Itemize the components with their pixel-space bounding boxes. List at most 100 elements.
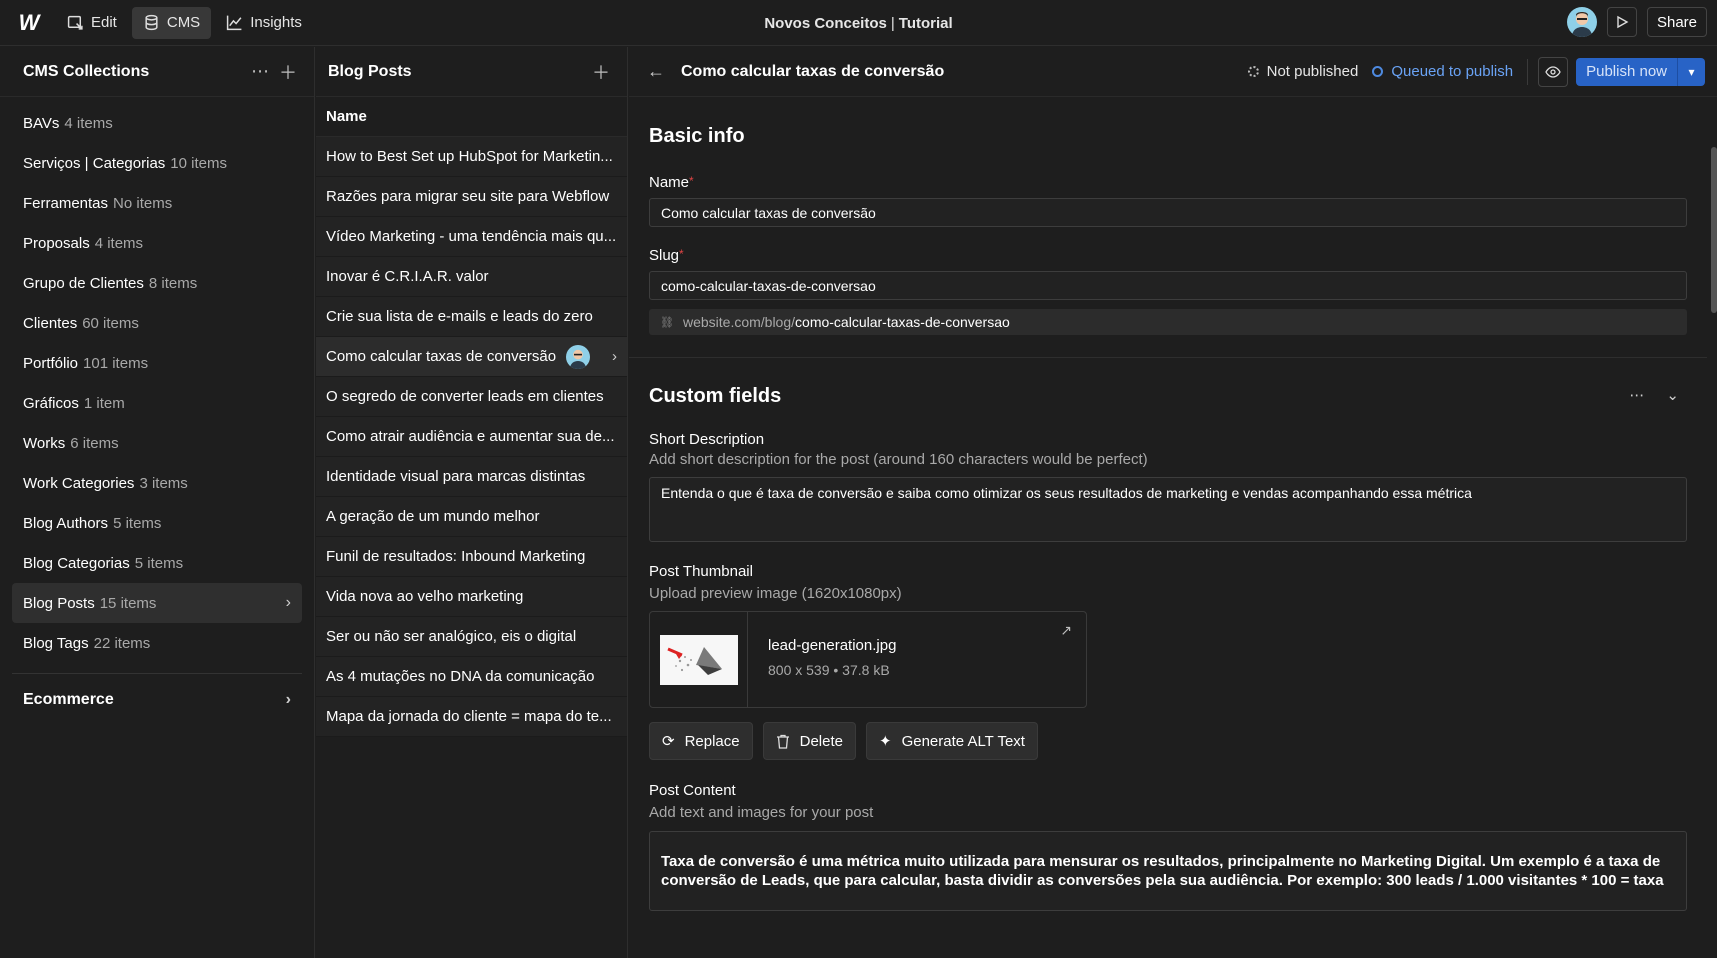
post-row[interactable]: As 4 mutações no DNA da comunicação (316, 657, 627, 697)
user-avatar[interactable] (1566, 7, 1597, 37)
collection-count: 8 items (148, 274, 198, 292)
status-queued[interactable]: Queued to publish (1372, 63, 1513, 80)
post-row[interactable]: Como calcular taxas de conversão › (316, 337, 627, 377)
collection-item[interactable]: Works 6 items (12, 423, 302, 463)
collection-item[interactable]: Proposals 4 items (12, 223, 302, 263)
name-field[interactable]: Como calcular taxas de conversão (649, 198, 1687, 227)
refresh-icon: ⟳ (662, 733, 675, 750)
post-row[interactable]: O segredo de converter leads em clientes (316, 377, 627, 417)
delete-button[interactable]: Delete (762, 722, 856, 760)
post-row[interactable]: Razões para migrar seu site para Webflow (316, 177, 627, 217)
dotted-circle-icon (1247, 66, 1259, 77)
divider (1527, 58, 1529, 85)
collection-item[interactable]: BAVs 4 items (12, 103, 302, 143)
slug-label: Slug* (649, 247, 684, 264)
publish-control: Publish now ▾ (1576, 57, 1705, 86)
publish-now-button[interactable]: Publish now (1576, 57, 1677, 86)
collection-name: Blog Authors (23, 514, 109, 532)
collection-item[interactable]: Blog Categorias 5 items (12, 543, 302, 583)
post-row[interactable]: Inovar é C.R.I.A.R. valor (316, 257, 627, 297)
collection-item[interactable]: Portfólio 101 items (12, 343, 302, 383)
post-name: Vídeo Marketing - uma tendência mais qu.… (326, 228, 617, 245)
chevron-down-icon[interactable]: ▾ (1677, 57, 1705, 86)
external-link-icon[interactable]: ↗ (1060, 622, 1072, 639)
replace-button[interactable]: ⟳ Replace (649, 722, 753, 760)
chevron-right-icon: › (285, 690, 291, 708)
short-description-field[interactable]: Entenda o que é taxa de conversão e saib… (649, 477, 1687, 542)
collection-name: Blog Categorias (23, 554, 130, 572)
collection-name: Clientes (23, 314, 78, 332)
post-name: Ser ou não ser analógico, eis o digital (326, 628, 577, 645)
collection-count: 10 items (170, 154, 227, 172)
collection-item[interactable]: Serviços | Categorias 10 items (12, 143, 302, 183)
collection-name: Ferramentas (23, 194, 109, 212)
post-name: Como calcular taxas de conversão (326, 348, 557, 365)
post-content-label: Post Content (649, 782, 736, 799)
post-name: Razões para migrar seu site para Webflow (326, 188, 610, 205)
post-row[interactable]: Vídeo Marketing - uma tendência mais qu.… (316, 217, 627, 257)
ecommerce-section[interactable]: Ecommerce › (12, 673, 302, 725)
edit-button[interactable]: Edit (56, 7, 128, 39)
collection-list: BAVs 4 items Serviços | Categorias 10 items… (0, 97, 314, 663)
add-collection-icon[interactable]: ＋ (274, 58, 302, 86)
post-row[interactable]: Ser ou não ser analógico, eis o digital (316, 617, 627, 657)
collection-name: Serviços | Categorias (23, 154, 166, 172)
generate-alt-text-button[interactable]: ✦ Generate ALT Text (865, 722, 1038, 760)
collection-name: Work Categories (23, 474, 135, 492)
post-name: How to Best Set up HubSpot for Marketin.… (326, 148, 613, 165)
post-row[interactable]: A geração de um mundo melhor (316, 497, 627, 537)
chevron-down-icon[interactable]: ⌄ (1666, 386, 1679, 404)
thumbnail-image[interactable] (650, 612, 748, 707)
share-button[interactable]: Share (1646, 7, 1707, 37)
collection-count: 6 items (70, 434, 119, 452)
slug-url-preview: ⛓ website.com/blog/como-calcular-taxas-d… (649, 309, 1687, 335)
back-arrow-icon[interactable]: ← (647, 61, 671, 82)
collection-name: Portfólio (23, 354, 79, 372)
collection-name: Blog Tags (23, 634, 89, 652)
collection-item[interactable]: Blog Tags 22 items (12, 623, 302, 663)
post-row[interactable]: Crie sua lista de e-mails e leads do zer… (316, 297, 627, 337)
post-row[interactable]: Vida nova ao velho marketing (316, 577, 627, 617)
webflow-logo[interactable]: W (0, 0, 56, 46)
column-header-name[interactable]: Name (316, 97, 627, 137)
post-name: O segredo de converter leads em clientes (326, 388, 604, 405)
collection-item[interactable]: Ferramentas No items (12, 183, 302, 223)
thumbnail-filename: lead-generation.jpg (768, 637, 897, 654)
editor-panel: ← Como calcular taxas de conversão Not p… (629, 47, 1717, 958)
insights-button[interactable]: Insights (215, 7, 313, 39)
cms-button[interactable]: CMS (131, 6, 212, 39)
post-row[interactable]: Como atrair audiência e aumentar sua de.… (316, 417, 627, 457)
custom-fields-heading: Custom fields (649, 385, 782, 407)
basic-info-heading: Basic info (649, 125, 745, 147)
add-post-icon[interactable]: ＋ (587, 58, 615, 86)
post-content-editor[interactable]: Taxa de conversão é uma métrica muito ut… (649, 831, 1687, 911)
preview-button[interactable] (1606, 7, 1637, 37)
post-name: Identidade visual para marcas distintas (326, 468, 586, 485)
collection-count: 1 item (83, 394, 125, 412)
slug-field[interactable]: como-calcular-taxas-de-conversao (649, 271, 1687, 300)
post-row[interactable]: Mapa da jornada do cliente = mapa do te.… (316, 697, 627, 737)
collection-item[interactable]: Clientes 60 items (12, 303, 302, 343)
collections-panel: CMS Collections ⋯ ＋ BAVs 4 items Serviços … (0, 47, 315, 958)
more-options-icon[interactable]: ⋯ (1629, 386, 1644, 404)
preview-item-button[interactable] (1538, 56, 1569, 87)
collection-item[interactable]: Grupo de Clientes 8 items (12, 263, 302, 303)
short-description-label: Short Description (649, 431, 765, 448)
collection-item[interactable]: Blog Posts 15 items › (12, 583, 302, 623)
edit-icon (67, 15, 83, 30)
trash-icon (776, 734, 789, 749)
collection-name: BAVs (23, 114, 60, 132)
collection-item[interactable]: Work Categories 3 items (12, 463, 302, 503)
scrollbar[interactable] (1711, 147, 1717, 313)
collection-item[interactable]: Blog Authors 5 items (12, 503, 302, 543)
post-row[interactable]: How to Best Set up HubSpot for Marketin.… (316, 137, 627, 177)
more-options-icon[interactable]: ⋯ (246, 58, 274, 86)
post-row[interactable]: Identidade visual para marcas distintas (316, 457, 627, 497)
chevron-right-icon: › (285, 594, 291, 611)
editor-content: Basic info Name* Como calcular taxas de … (629, 98, 1707, 958)
post-row[interactable]: Funil de resultados: Inbound Marketing (316, 537, 627, 577)
play-icon (1617, 15, 1629, 29)
post-thumbnail-help: Upload preview image (1620x1080px) (649, 585, 902, 602)
short-description-help: Add short description for the post (arou… (649, 451, 1148, 468)
collection-item[interactable]: Gráficos 1 item (12, 383, 302, 423)
